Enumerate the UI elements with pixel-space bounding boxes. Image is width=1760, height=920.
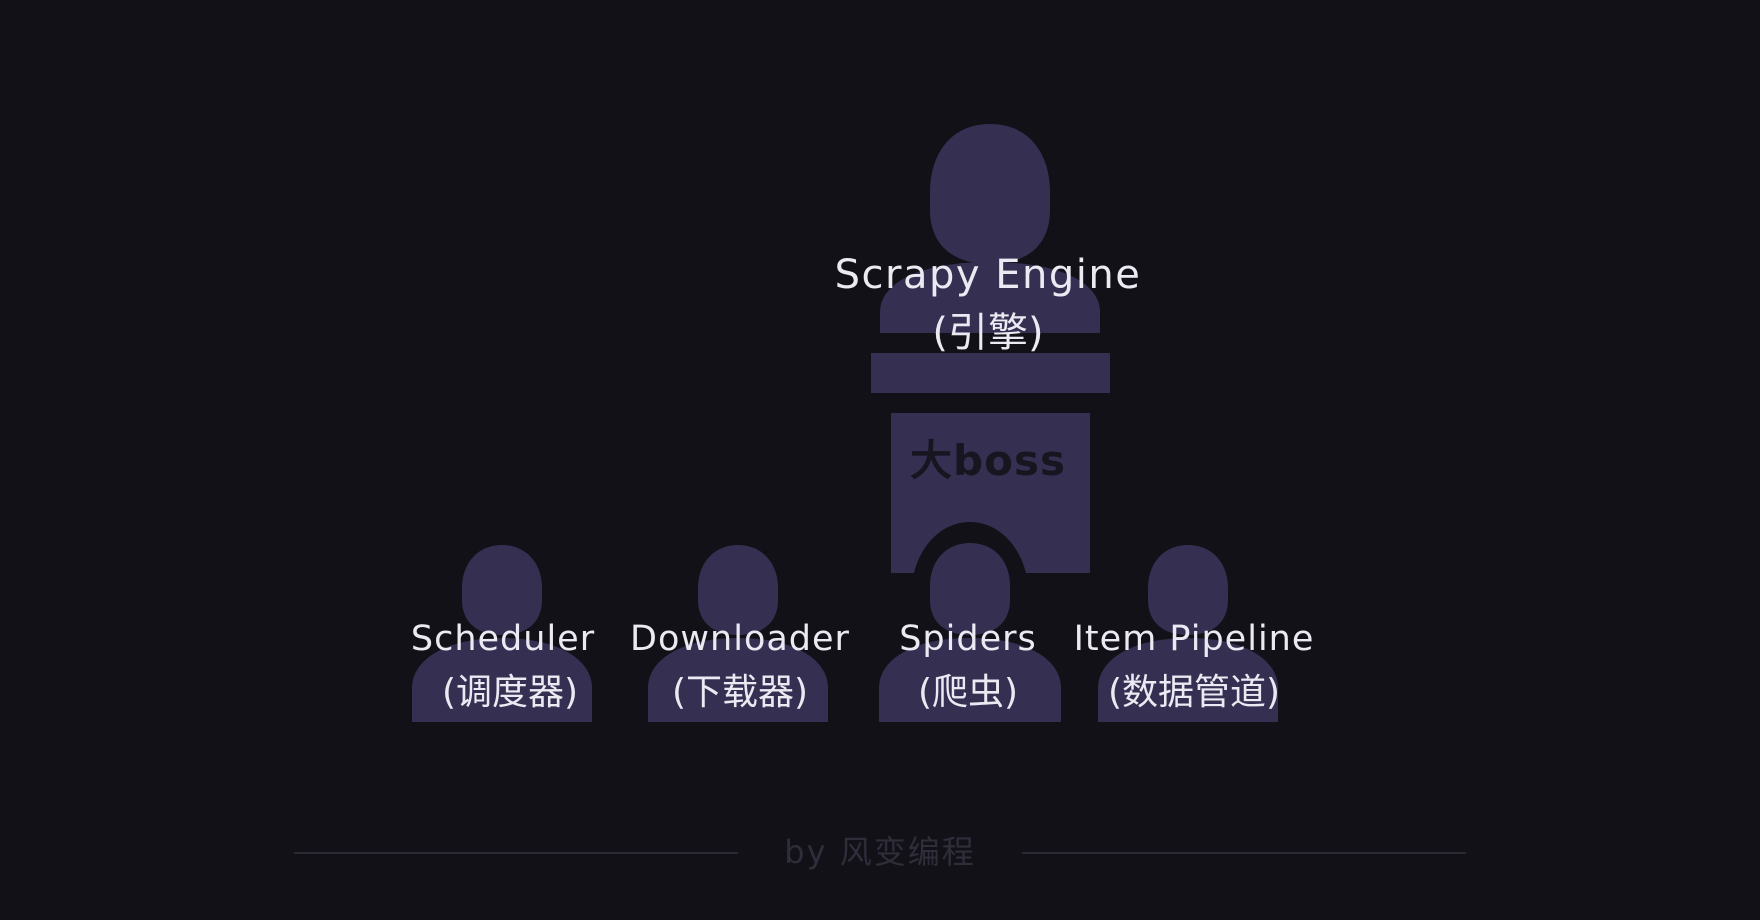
engine-name: Scrapy Engine [835, 252, 1142, 298]
spiders-name: Spiders [899, 619, 1037, 659]
pipeline-name: Item Pipeline [1074, 619, 1315, 659]
diagram-svg: Scrapy Engine (引擎) 大boss Scheduler (调度器)… [294, 124, 1466, 871]
podium-label: 大boss [910, 436, 1066, 485]
downloader-role: (下载器) [672, 672, 808, 713]
lectern-top [871, 353, 1110, 393]
scheduler-name: Scheduler [411, 619, 595, 659]
diagram-canvas: Scrapy Engine (引擎) 大boss Scheduler (调度器)… [0, 0, 1760, 920]
engine-head [930, 124, 1050, 264]
spiders-role: (爬虫) [918, 672, 1018, 713]
scheduler-role: (调度器) [442, 672, 578, 713]
footer-credit: by 风变编程 [784, 833, 975, 871]
engine-role: (引擎) [932, 310, 1043, 356]
downloader-name: Downloader [630, 619, 850, 659]
pipeline-role: (数据管道) [1108, 672, 1280, 713]
